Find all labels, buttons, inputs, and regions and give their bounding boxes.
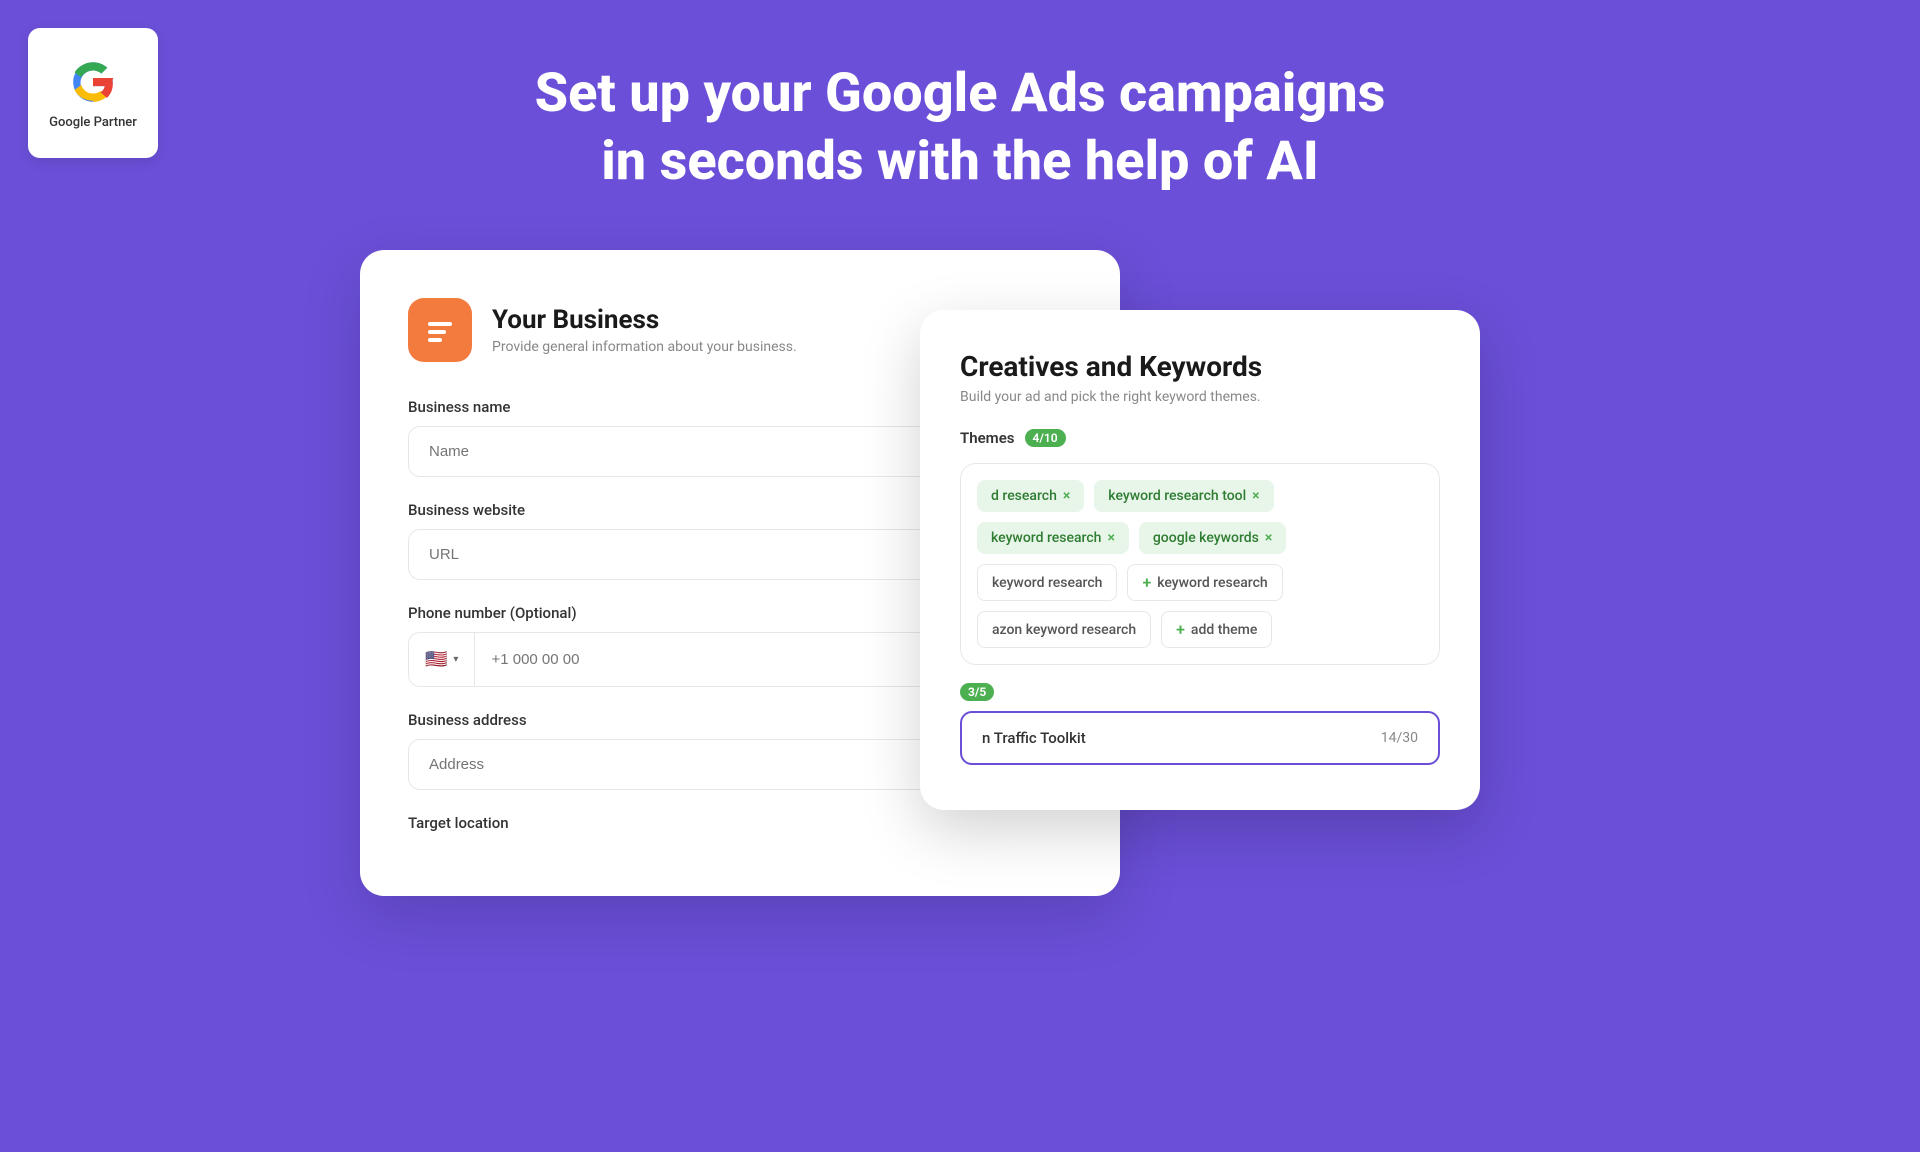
kw-card-subtitle: Build your ad and pick the right keyword…	[960, 389, 1440, 405]
theme-tag-keyword-research-tool[interactable]: keyword research tool ×	[1094, 480, 1273, 512]
themes-row-3: keyword research + keyword research	[977, 564, 1423, 601]
hero-title: Set up your Google Ads campaigns in seco…	[0, 60, 1920, 195]
remove-tag-icon[interactable]: ×	[1252, 488, 1259, 504]
add-theme-button[interactable]: + add theme	[1161, 611, 1272, 648]
themes-row-4: azon keyword research + add theme	[977, 611, 1423, 648]
plus-icon: +	[1176, 620, 1185, 639]
remove-tag-icon[interactable]: ×	[1265, 530, 1272, 546]
business-icon	[408, 298, 472, 362]
counter-badge: 3/5	[960, 683, 994, 701]
themes-label: Themes	[960, 429, 1015, 447]
remove-tag-icon[interactable]: ×	[1063, 488, 1070, 504]
themes-grid: d research × keyword research tool × key…	[960, 463, 1440, 665]
traffic-toolkit-row[interactable]: n Traffic Toolkit 14/30	[960, 711, 1440, 765]
theme-tag-add-kw-1[interactable]: + keyword research	[1127, 564, 1282, 601]
theme-tag-amazon-kw[interactable]: azon keyword research	[977, 611, 1151, 648]
themes-header: Themes 4/10	[960, 429, 1440, 447]
theme-tag-d-research[interactable]: d research ×	[977, 480, 1084, 512]
themes-row-1: d research × keyword research tool ×	[977, 480, 1423, 512]
phone-country-selector[interactable]: 🇺🇸 ▾	[409, 633, 475, 686]
keywords-card: Creatives and Keywords Build your ad and…	[920, 310, 1480, 810]
toolkit-name: n Traffic Toolkit	[982, 729, 1086, 747]
hero-section: Set up your Google Ads campaigns in seco…	[0, 0, 1920, 195]
location-group: Target location	[408, 814, 1072, 832]
cards-container: Your Business Provide general informatio…	[360, 250, 1560, 896]
theme-tag-google-keywords[interactable]: google keywords ×	[1139, 522, 1286, 554]
theme-tag-kw-outline-1[interactable]: keyword research	[977, 564, 1117, 601]
card-header-text: Your Business Provide general informatio…	[492, 305, 797, 355]
toolkit-count: 14/30	[1381, 730, 1418, 746]
chevron-down-icon: ▾	[453, 654, 458, 665]
location-label: Target location	[408, 814, 1072, 832]
themes-count-badge: 4/10	[1025, 429, 1066, 447]
plus-icon: +	[1142, 573, 1151, 592]
card-subtitle: Provide general information about your b…	[492, 339, 797, 355]
card-title: Your Business	[492, 305, 797, 335]
counter-section: 3/5	[960, 681, 1440, 711]
kw-card-title: Creatives and Keywords	[960, 350, 1440, 383]
themes-row-2: keyword research × google keywords ×	[977, 522, 1423, 554]
remove-tag-icon[interactable]: ×	[1107, 530, 1114, 546]
theme-tag-keyword-research[interactable]: keyword research ×	[977, 522, 1129, 554]
business-form-icon	[424, 314, 456, 346]
us-flag-icon: 🇺🇸	[425, 649, 447, 670]
